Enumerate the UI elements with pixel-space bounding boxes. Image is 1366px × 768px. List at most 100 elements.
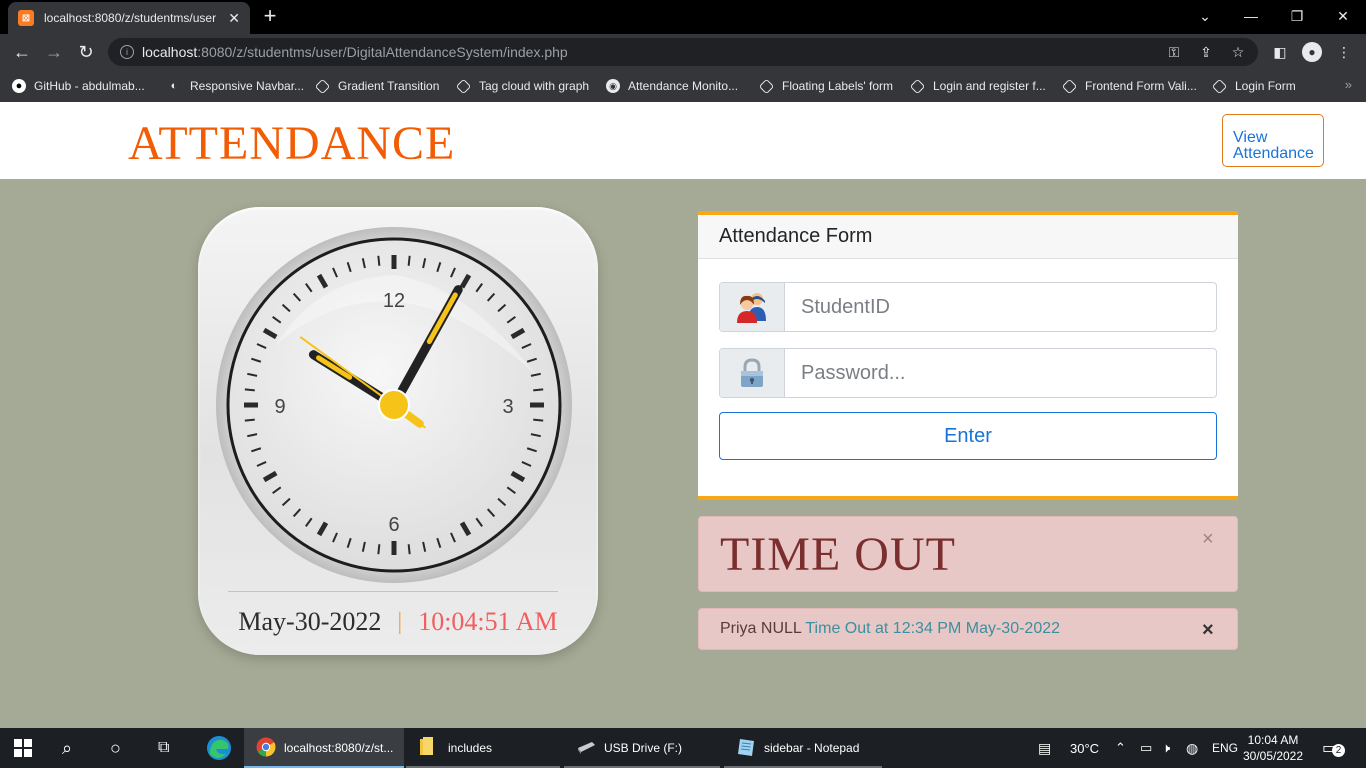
codepen-icon <box>455 78 472 94</box>
analog-clock-face: 12 3 6 9 <box>216 227 572 583</box>
profile-avatar-icon[interactable]: ● <box>1302 42 1322 62</box>
new-tab-button[interactable]: + <box>258 4 282 28</box>
taskbar-app-explorer[interactable]: includes <box>406 728 560 768</box>
clock-hub <box>378 389 410 421</box>
minute-tick <box>377 544 381 555</box>
minute-tick <box>533 418 544 422</box>
notifications-icon[interactable]: ▭ 2 <box>1322 728 1345 768</box>
system-time: 10:04 AM <box>1247 733 1299 747</box>
student-id-group <box>719 282 1217 332</box>
taskbar-app-notepad[interactable]: sidebar - Notepad <box>724 728 882 768</box>
windows-start-icon[interactable] <box>14 728 32 768</box>
bookmarks-overflow-icon[interactable]: » <box>1345 77 1352 92</box>
browser-tab[interactable]: ⊠ localhost:8080/z/studentms/user/ ✕ <box>8 2 250 34</box>
bookmark-label: Attendance Monito... <box>628 79 739 93</box>
reload-icon[interactable]: ↻ <box>74 40 98 64</box>
bookmark-item[interactable]: Floating Labels' form <box>758 76 893 96</box>
bookmark-item[interactable]: Gradient Transition <box>314 76 439 96</box>
system-clock[interactable]: 10:04 AM 30/05/2022 <box>1238 732 1308 764</box>
usb-drive-icon <box>576 740 596 757</box>
site-info-icon[interactable]: i <box>120 45 134 59</box>
numeral-9: 9 <box>274 396 285 418</box>
url-path: :8080/z/studentms/user/DigitalAttendance… <box>197 44 568 60</box>
taskbar-app-chrome[interactable]: localhost:8080/z/st... <box>244 728 404 768</box>
bookmark-item[interactable]: Login and register f... <box>909 76 1046 96</box>
notification-badge: 2 <box>1332 744 1345 757</box>
bookmark-item[interactable]: ● GitHub - abdulmab... <box>12 76 145 96</box>
clock-widget: 12 3 6 9 <box>198 207 598 655</box>
page-body: ATTENDANCE View Attendance 12 3 6 9 May-… <box>0 102 1366 728</box>
cortana-icon[interactable]: ○ <box>110 728 121 768</box>
view-attendance-button[interactable]: View Attendance <box>1222 114 1324 167</box>
battery-icon[interactable]: ▭ <box>1140 728 1152 768</box>
tray-chevron-icon[interactable]: ⌃ <box>1115 728 1126 768</box>
bookmark-label: Frontend Form Vali... <box>1085 79 1197 93</box>
minute-tick <box>533 388 544 392</box>
search-icon[interactable]: ⌕ <box>62 728 72 768</box>
bookmark-label: Floating Labels' form <box>782 79 894 93</box>
xampp-favicon-icon: ⊠ <box>18 10 34 26</box>
password-group <box>719 348 1217 398</box>
weather-icon[interactable]: ▤ <box>1038 728 1051 768</box>
address-bar[interactable]: i localhost:8080/z/studentms/user/Digita… <box>108 38 1258 66</box>
bookmark-item[interactable]: Tag cloud with graph <box>455 76 589 96</box>
temperature[interactable]: 30°C <box>1070 728 1099 768</box>
tab-search-icon[interactable]: ⌄ <box>1182 0 1228 32</box>
password-input[interactable] <box>785 349 1216 397</box>
time-out-message-alert: Priya NULL Time Out at 12:34 PM May-30-2… <box>698 608 1238 650</box>
browser-toolbar: ← → ↻ i localhost:8080/z/studentms/user/… <box>0 34 1366 70</box>
forward-icon[interactable]: → <box>42 40 66 64</box>
minute-tick <box>407 544 411 555</box>
close-window-icon[interactable]: ✕ <box>1320 0 1366 32</box>
bookmark-label: Tag cloud with graph <box>479 79 590 93</box>
chrome-icon <box>256 737 276 760</box>
minute-tick <box>407 255 411 266</box>
lock-icon <box>720 349 785 397</box>
taskbar-app-usb[interactable]: USB Drive (F:) <box>564 728 720 768</box>
minimize-icon[interactable]: — <box>1228 0 1274 32</box>
notepad-icon <box>736 737 756 760</box>
numeral-12: 12 <box>383 290 405 312</box>
codepen-icon <box>314 78 331 94</box>
bookmark-label: Login Form <box>1235 79 1296 93</box>
language-indicator[interactable]: ENG <box>1212 728 1238 768</box>
time-out-alert: TIME OUT × <box>698 516 1238 592</box>
current-time: 10:04:51 AM <box>418 607 558 636</box>
close-icon[interactable]: × <box>1202 528 1214 551</box>
taskbar-app-label: includes <box>448 741 493 755</box>
share-icon[interactable]: ⇪ <box>1196 42 1216 62</box>
network-globe-icon[interactable]: ◍ <box>1186 728 1198 768</box>
bookmark-item[interactable]: ◉ Attendance Monito... <box>606 76 738 96</box>
bookmark-item[interactable]: Frontend Form Vali... <box>1061 76 1197 96</box>
taskbar-app-label: sidebar - Notepad <box>764 741 860 755</box>
numeral-6: 6 <box>388 514 399 536</box>
codepen-icon <box>909 78 926 94</box>
tab-close-icon[interactable]: ✕ <box>228 10 240 27</box>
edge-icon[interactable] <box>206 728 232 768</box>
close-icon[interactable]: × <box>1202 619 1214 642</box>
time-out-message: Time Out at 12:34 PM May-30-2022 <box>805 620 1061 637</box>
menu-kebab-icon[interactable]: ⋮ <box>1334 42 1354 62</box>
key-icon[interactable]: ⚿ <box>1164 42 1184 62</box>
side-panel-icon[interactable]: ◧ <box>1270 42 1290 62</box>
bookmarks-bar: ● GitHub - abdulmab... ◐ Responsive Navb… <box>0 70 1366 102</box>
bookmark-item[interactable]: ◐ Responsive Navbar... <box>166 76 304 96</box>
windows-taskbar: ⌕ ○ ⧉ localhost:8080/z/st... includes US… <box>0 728 1366 768</box>
site-icon: ◐ <box>170 80 178 92</box>
bookmark-item[interactable]: Login Form <box>1211 76 1296 96</box>
restore-icon[interactable]: ❐ <box>1274 0 1320 32</box>
taskbar-app-label: localhost:8080/z/st... <box>284 741 394 755</box>
student-id-input[interactable] <box>785 283 1216 331</box>
folder-icon <box>418 736 436 760</box>
attendance-form-card: Attendance Form StudentID Enter <box>698 211 1238 500</box>
back-icon[interactable]: ← <box>10 40 34 64</box>
task-view-icon[interactable]: ⧉ <box>158 728 169 768</box>
enter-button[interactable]: Enter <box>719 412 1217 460</box>
codepen-icon <box>1211 78 1228 94</box>
codepen-icon <box>1061 78 1078 94</box>
volume-muted-icon[interactable]: 🕨 <box>1162 728 1170 768</box>
time-out-status: TIME OUT <box>720 528 956 581</box>
bookmark-label: Login and register f... <box>933 79 1046 93</box>
student-name: Priya NULL <box>720 620 802 637</box>
bookmark-star-icon[interactable]: ☆ <box>1228 42 1248 62</box>
